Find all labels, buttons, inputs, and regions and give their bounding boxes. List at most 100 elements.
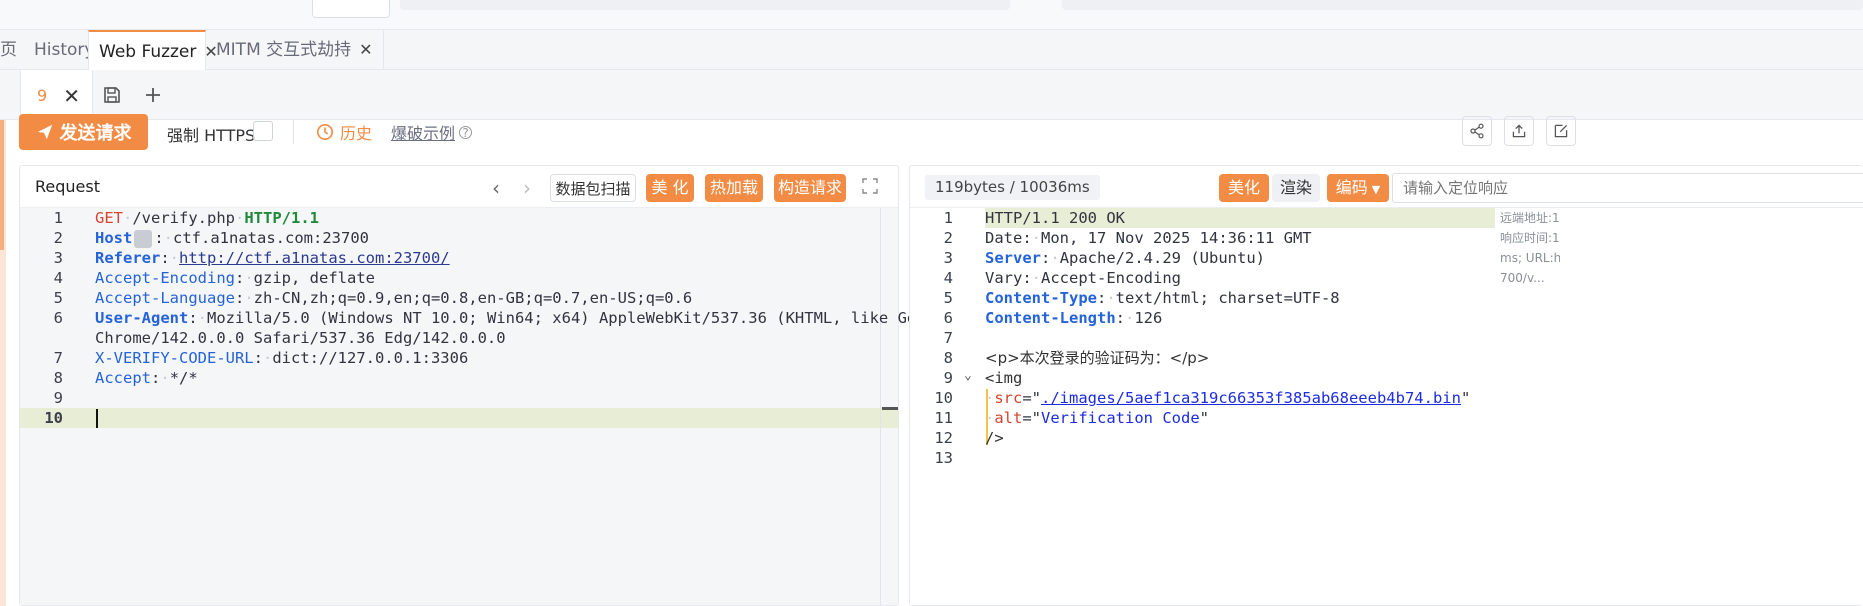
tab-label: Web Fuzzer bbox=[99, 42, 197, 62]
header-key: Content-Type bbox=[985, 289, 1097, 307]
prev-arrow-icon[interactable]: ‹ bbox=[492, 176, 500, 200]
tab-history[interactable]: History bbox=[34, 30, 94, 70]
header-value: zh-CN,zh;q=0.9,en;q=0.8,en-GB;q=0.7,en-U… bbox=[253, 289, 693, 307]
host-hint-icon[interactable] bbox=[134, 229, 153, 248]
tab-label: History bbox=[34, 40, 95, 60]
history-label: 历史 bbox=[340, 124, 373, 143]
url-info-cont: 700/v... bbox=[1500, 271, 1545, 285]
top-input-fragment[interactable] bbox=[312, 0, 390, 18]
header-accept: Accept:·*/* bbox=[95, 369, 198, 387]
attr-name: src bbox=[994, 389, 1023, 407]
header-key: Host bbox=[95, 229, 133, 247]
header-key: Accept-Language bbox=[95, 289, 235, 307]
attr-name: alt bbox=[994, 409, 1023, 427]
attr-value: Verification Code bbox=[1041, 409, 1200, 427]
beautify-button[interactable]: 美 化 bbox=[646, 174, 694, 202]
force-https-label: 强制 HTTPS bbox=[167, 126, 256, 145]
resp-header-content-length: Content-Length:·126 bbox=[985, 309, 1163, 327]
response-editor[interactable]: 1 2 3 4 5 6 7 8 9 10 11 12 13 ⌄ HTTP/1.1… bbox=[910, 208, 1863, 605]
request-editor[interactable]: 1 2 3 4 5 6 7 8 9 10 GET·/verify.php·HTT… bbox=[20, 208, 954, 605]
response-stats: 119bytes / 10036ms bbox=[925, 175, 1100, 200]
line-number: 10 bbox=[44, 409, 63, 427]
tab-label: MITM 交互式劫持 bbox=[216, 40, 352, 60]
header-key: Vary bbox=[985, 269, 1023, 287]
encode-label: 编码 bbox=[1335, 178, 1368, 197]
response-side-info: 远端地址:15 响应时间:10 ms; URL:htt 700/v... bbox=[1500, 208, 1560, 288]
text-cursor bbox=[96, 409, 98, 428]
hotload-button[interactable]: 热加载 bbox=[705, 174, 763, 202]
divider bbox=[293, 120, 294, 144]
current-line-highlight bbox=[20, 408, 898, 428]
header-value: Mon, 17 Nov 2025 14:36:11 GMT bbox=[1041, 229, 1312, 247]
url-info: ms; URL:htt bbox=[1500, 251, 1560, 265]
help-icon[interactable]: ? bbox=[459, 125, 473, 139]
image-src-link[interactable]: ./images/5aef1ca319c66353f385ab68eeeb4b7… bbox=[1041, 389, 1461, 407]
header-key: Server bbox=[985, 249, 1041, 267]
packet-scan-button[interactable]: 数据包扫描 bbox=[550, 174, 636, 202]
remote-address: 远端地址:15 bbox=[1500, 211, 1560, 225]
render-button[interactable]: 渲染 bbox=[1272, 174, 1320, 202]
example-link[interactable]: 爆破示例 ? bbox=[391, 120, 473, 144]
tab-home-fragment[interactable]: 页 bbox=[0, 30, 17, 70]
header-value: Chrome/142.0.0.0 Safari/537.36 Edg/142.0… bbox=[95, 329, 506, 347]
history-button[interactable]: 历史 bbox=[316, 120, 372, 144]
next-arrow-icon[interactable]: › bbox=[523, 176, 531, 200]
scroll-marker bbox=[882, 407, 898, 410]
protocol: HTTP/1.1 bbox=[244, 209, 319, 227]
request-panel: Request ‹ › 数据包扫描 美 化 热加载 构造请求 1 2 3 4 5… bbox=[19, 165, 954, 606]
line-number: 6 bbox=[53, 309, 63, 327]
response-beautify-button[interactable]: 美化 bbox=[1219, 174, 1269, 202]
header-value: ctf.a1natas.com:23700 bbox=[173, 229, 369, 247]
example-label: 爆破示例 bbox=[391, 124, 456, 143]
header-value: */* bbox=[169, 369, 198, 387]
http-method: GET bbox=[95, 209, 123, 227]
fold-chevron-icon[interactable]: ⌄ bbox=[964, 368, 972, 383]
header-key: Content-Length bbox=[985, 309, 1116, 327]
header-key: Date bbox=[985, 229, 1023, 247]
header-value: gzip, deflate bbox=[253, 269, 375, 287]
close-icon[interactable]: ✕ bbox=[359, 40, 372, 59]
header-value: text/html; charset=UTF-8 bbox=[1115, 289, 1340, 307]
top-search-fragment[interactable] bbox=[400, 0, 1010, 10]
top-strip bbox=[0, 0, 1863, 30]
edit-icon[interactable] bbox=[1546, 116, 1576, 146]
tab-label: 页 bbox=[0, 40, 17, 60]
img-alt-attr: ·alt="Verification Code" bbox=[985, 409, 1209, 427]
header-key: X-VERIFY-CODE-URL bbox=[95, 349, 254, 367]
fullscreen-icon[interactable] bbox=[862, 178, 878, 198]
response-panel: 119bytes / 10036ms 美化 渲染 编码▼ 1 2 3 4 5 6… bbox=[909, 165, 1863, 606]
send-icon bbox=[37, 124, 52, 140]
export-icon[interactable] bbox=[1504, 116, 1534, 146]
encode-dropdown[interactable]: 编码 ▼ bbox=[1327, 174, 1389, 202]
subtab-number: 9 bbox=[37, 86, 48, 105]
send-request-button[interactable]: 发送请求 bbox=[19, 114, 148, 150]
header-key: User-Agent bbox=[95, 309, 189, 327]
header-value: 126 bbox=[1134, 309, 1163, 327]
save-icon[interactable] bbox=[102, 70, 122, 120]
tab-web-fuzzer[interactable]: Web Fuzzer ✕ bbox=[88, 30, 218, 71]
header-key: Accept bbox=[95, 369, 151, 387]
header-value: Mozilla/5.0 (Windows NT 10.0; Win64; x64… bbox=[207, 309, 954, 327]
header-key: Referer bbox=[95, 249, 161, 267]
header-value: Apache/2.4.29 (Ubuntu) bbox=[1059, 249, 1265, 267]
request-title: Request bbox=[35, 177, 100, 196]
send-label: 发送请求 bbox=[59, 123, 132, 144]
header-key: Accept-Encoding bbox=[95, 269, 235, 287]
share-icon[interactable] bbox=[1462, 116, 1492, 146]
response-time: 响应时间:10 bbox=[1500, 231, 1560, 245]
add-tab-icon[interactable] bbox=[143, 70, 163, 120]
header-value: Accept-Encoding bbox=[1041, 269, 1181, 287]
referer-link[interactable]: http://ctf.a1natas.com:23700/ bbox=[179, 249, 450, 267]
request-path: /verify.php bbox=[132, 209, 235, 227]
close-icon[interactable]: ✕ bbox=[63, 84, 80, 108]
locate-response-input[interactable] bbox=[1392, 173, 1863, 203]
fuzzer-subtab-bar: 9 ✕ bbox=[0, 70, 1863, 121]
header-value: dict://127.0.0.1:3306 bbox=[272, 349, 469, 367]
chevron-down-icon: ▼ bbox=[1371, 183, 1381, 196]
main-tab-bar: 页 History Web Fuzzer ✕ MITM 交互式劫持 ✕ bbox=[0, 30, 1863, 71]
clock-icon bbox=[316, 123, 334, 141]
construct-request-button[interactable]: 构造请求 bbox=[774, 174, 846, 202]
force-https-checkbox[interactable] bbox=[253, 121, 273, 141]
tab-mitm[interactable]: MITM 交互式劫持 ✕ bbox=[206, 30, 384, 70]
line-number: 13 bbox=[934, 449, 953, 467]
